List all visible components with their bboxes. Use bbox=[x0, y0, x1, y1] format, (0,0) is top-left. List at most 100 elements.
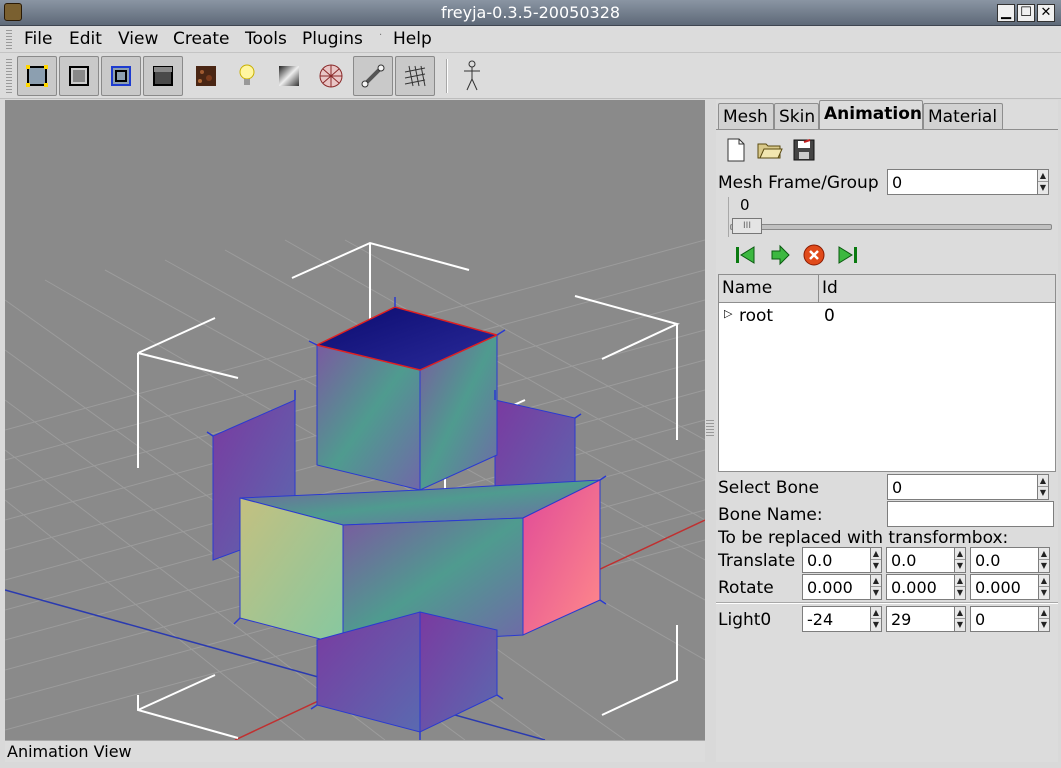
menubar-grip[interactable] bbox=[6, 30, 12, 50]
translate-z-spinner[interactable]: ▲ ▼ bbox=[1038, 547, 1050, 573]
rotate-y-input[interactable]: 0.000 bbox=[886, 574, 954, 600]
close-button[interactable]: ✕ bbox=[1037, 4, 1055, 22]
spin-down-icon[interactable]: ▼ bbox=[871, 587, 881, 599]
column-header-id[interactable]: Id bbox=[819, 275, 1055, 303]
side-panel: Mesh Skin Animation Material Mesh Frame/… bbox=[716, 100, 1058, 762]
open-folder-icon[interactable] bbox=[755, 135, 785, 165]
light-z-input[interactable]: 0 bbox=[970, 606, 1038, 632]
expander-arrow-icon[interactable]: ▷ bbox=[724, 307, 732, 320]
toolbar-separator bbox=[446, 59, 448, 93]
spin-down-icon[interactable]: ▼ bbox=[1039, 619, 1049, 631]
spin-down-icon[interactable]: ▼ bbox=[871, 560, 881, 572]
first-frame-icon[interactable] bbox=[731, 240, 761, 270]
translate-y-spinner[interactable]: ▲ ▼ bbox=[954, 547, 966, 573]
light-x-spinner[interactable]: ▲ ▼ bbox=[870, 606, 882, 632]
tab-skin[interactable]: Skin bbox=[774, 103, 819, 130]
menu-plugins[interactable]: Plugins bbox=[302, 29, 363, 49]
play-icon[interactable] bbox=[765, 240, 795, 270]
translate-z-input[interactable]: 0.0 bbox=[970, 547, 1038, 573]
slider-frame bbox=[728, 197, 729, 237]
bone-name-input[interactable] bbox=[887, 501, 1054, 527]
menu-separator: · bbox=[379, 30, 383, 41]
menu-help[interactable]: Help bbox=[393, 29, 432, 49]
rotate-z-spinner[interactable]: ▲ ▼ bbox=[1038, 574, 1050, 600]
wire-ball-icon[interactable] bbox=[311, 56, 351, 96]
spin-up-icon[interactable]: ▲ bbox=[1039, 548, 1049, 560]
pane-splitter[interactable] bbox=[706, 420, 714, 436]
new-file-icon[interactable] bbox=[721, 135, 751, 165]
title-bar[interactable]: freyja-0.3.5-20050328 ▁ ☐ ✕ bbox=[0, 0, 1061, 26]
menu-create[interactable]: Create bbox=[173, 29, 230, 49]
mesh-frame-label: Mesh Frame/Group bbox=[718, 173, 879, 193]
spin-up-icon[interactable]: ▲ bbox=[955, 575, 965, 587]
tab-animation[interactable]: Animation bbox=[819, 100, 923, 130]
solid-shade-icon[interactable] bbox=[143, 56, 183, 96]
spin-down-icon[interactable]: ▼ bbox=[1039, 587, 1049, 599]
tree-row-name: root bbox=[739, 306, 774, 326]
column-header-name[interactable]: Name bbox=[719, 275, 819, 303]
edge-select-icon[interactable] bbox=[101, 56, 141, 96]
maximize-button[interactable]: ☐ bbox=[1017, 4, 1035, 22]
light-y-input[interactable]: 29 bbox=[886, 606, 954, 632]
last-frame-icon[interactable] bbox=[833, 240, 863, 270]
spin-up-icon[interactable]: ▲ bbox=[871, 607, 881, 619]
spin-up-icon[interactable]: ▲ bbox=[1039, 575, 1049, 587]
spin-down-icon[interactable]: ▼ bbox=[871, 619, 881, 631]
spin-down-icon[interactable]: ▼ bbox=[1038, 487, 1048, 499]
spin-up-icon[interactable]: ▲ bbox=[1038, 170, 1048, 182]
bone-tree[interactable]: Name Id ▷ root 0 bbox=[718, 274, 1056, 472]
minimize-button[interactable]: ▁ bbox=[997, 4, 1015, 22]
select-bone-label: Select Bone bbox=[718, 478, 820, 498]
translate-x-spinner[interactable]: ▲ ▼ bbox=[870, 547, 882, 573]
light-z-spinner[interactable]: ▲ ▼ bbox=[1038, 606, 1050, 632]
spin-up-icon[interactable]: ▲ bbox=[1038, 475, 1048, 487]
tab-material[interactable]: Material bbox=[923, 103, 1003, 130]
mesh-frame-spinner[interactable]: ▲ ▼ bbox=[1037, 169, 1049, 195]
light-y-spinner[interactable]: ▲ ▼ bbox=[954, 606, 966, 632]
toolbar bbox=[0, 53, 1061, 99]
skeleton-figure-icon[interactable] bbox=[452, 56, 492, 96]
bone-icon[interactable] bbox=[353, 56, 393, 96]
select-bone-input[interactable]: 0 bbox=[887, 474, 1037, 500]
translate-y-input[interactable]: 0.0 bbox=[886, 547, 954, 573]
select-bone-spinner[interactable]: ▲ ▼ bbox=[1037, 474, 1049, 500]
spin-down-icon[interactable]: ▼ bbox=[955, 587, 965, 599]
menu-edit[interactable]: Edit bbox=[69, 29, 102, 49]
rotate-y-spinner[interactable]: ▲ ▼ bbox=[954, 574, 966, 600]
frame-slider-handle[interactable]: III bbox=[732, 218, 762, 234]
rotate-x-spinner[interactable]: ▲ ▼ bbox=[870, 574, 882, 600]
toolbar-grip[interactable] bbox=[6, 59, 12, 93]
stop-icon[interactable] bbox=[799, 240, 829, 270]
spin-up-icon[interactable]: ▲ bbox=[871, 548, 881, 560]
translate-x-input[interactable]: 0.0 bbox=[802, 547, 870, 573]
frame-slider-track[interactable] bbox=[730, 224, 1052, 230]
material-icon[interactable] bbox=[269, 56, 309, 96]
rotate-z-input[interactable]: 0.000 bbox=[970, 574, 1038, 600]
spin-down-icon[interactable]: ▼ bbox=[955, 619, 965, 631]
vertex-select-icon[interactable] bbox=[17, 56, 57, 96]
menu-tools[interactable]: Tools bbox=[245, 29, 287, 49]
light0-label: Light0 bbox=[718, 610, 772, 630]
rotate-x-input[interactable]: 0.000 bbox=[802, 574, 870, 600]
spin-down-icon[interactable]: ▼ bbox=[955, 560, 965, 572]
light-x-input[interactable]: -24 bbox=[802, 606, 870, 632]
save-file-icon[interactable] bbox=[789, 135, 819, 165]
spin-up-icon[interactable]: ▲ bbox=[955, 548, 965, 560]
grid-icon[interactable] bbox=[395, 56, 435, 96]
menu-file[interactable]: File bbox=[24, 29, 52, 49]
spin-down-icon[interactable]: ▼ bbox=[1038, 182, 1048, 194]
tab-mesh[interactable]: Mesh bbox=[718, 103, 774, 130]
texture-icon[interactable] bbox=[186, 56, 226, 96]
window-title: freyja-0.3.5-20050328 bbox=[440, 3, 621, 22]
spin-up-icon[interactable]: ▲ bbox=[871, 575, 881, 587]
spin-down-icon[interactable]: ▼ bbox=[1039, 560, 1049, 572]
table-row[interactable]: ▷ root 0 bbox=[719, 305, 1055, 329]
face-select-icon[interactable] bbox=[59, 56, 99, 96]
animation-viewport[interactable] bbox=[5, 100, 705, 740]
transform-note: To be replaced with transformbox: bbox=[718, 528, 1009, 548]
mesh-frame-input[interactable]: 0 bbox=[887, 169, 1037, 195]
spin-up-icon[interactable]: ▲ bbox=[955, 607, 965, 619]
menu-view[interactable]: View bbox=[118, 29, 158, 49]
spin-up-icon[interactable]: ▲ bbox=[1039, 607, 1049, 619]
light-bulb-icon[interactable] bbox=[227, 56, 267, 96]
